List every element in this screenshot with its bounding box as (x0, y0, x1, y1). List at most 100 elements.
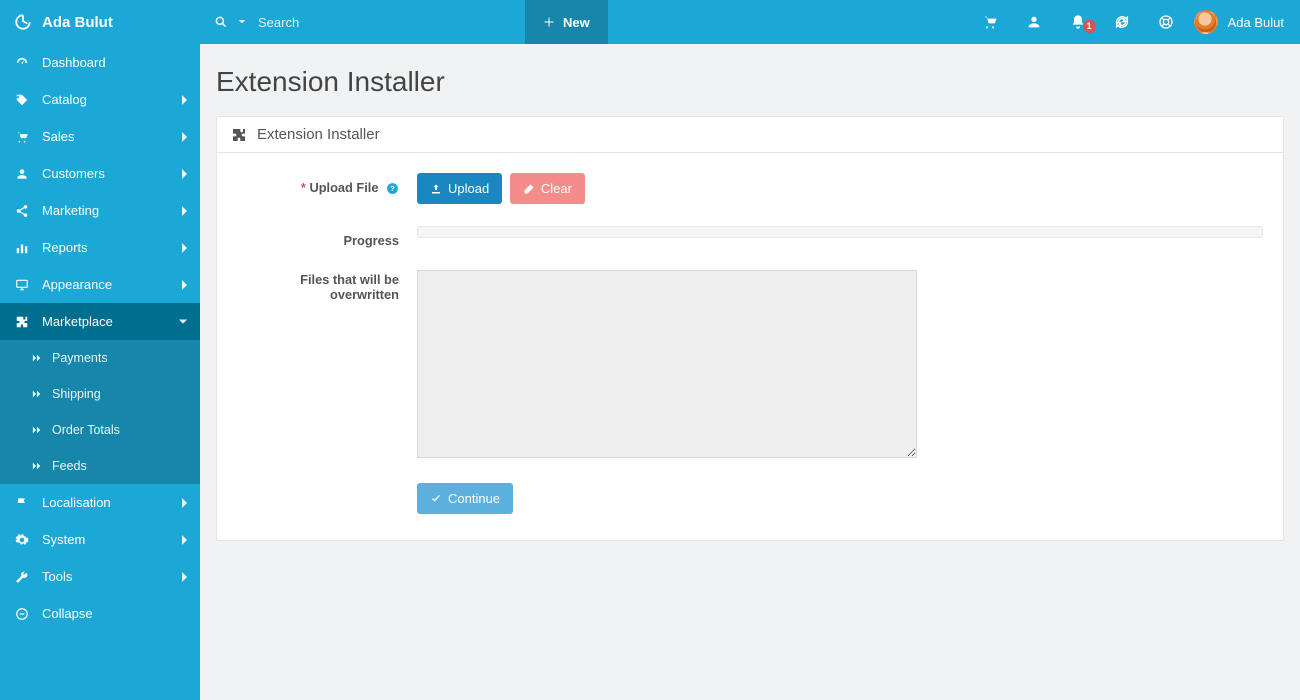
user-icon (1026, 14, 1042, 30)
progress-label: Progress (237, 226, 417, 248)
sidebar-item-collapse[interactable]: Collapse (0, 595, 200, 632)
refresh-icon (1114, 14, 1130, 30)
puzzle-icon (14, 315, 30, 329)
panel-extension-installer: Extension Installer * Upload File ? Uplo… (216, 116, 1284, 541)
topbar: New 1 Ada Bulut (200, 0, 1300, 44)
help-button[interactable] (1144, 14, 1188, 30)
sidebar-item-tools[interactable]: Tools (0, 558, 200, 595)
sidebar-item-label: Marketplace (42, 314, 113, 329)
chevron-right-icon (180, 242, 188, 254)
share-icon (14, 204, 30, 218)
clear-button[interactable]: Clear (510, 173, 585, 204)
sidebar-subitem-order-totals[interactable]: Order Totals (0, 412, 200, 448)
panel-heading: Extension Installer (217, 117, 1283, 153)
sidebar-item-label: System (42, 532, 85, 547)
sidebar-item-label: Localisation (42, 495, 111, 510)
sidebar-item-system[interactable]: System (0, 521, 200, 558)
svg-text:?: ? (390, 184, 395, 193)
puzzle-icon (231, 127, 247, 143)
sidebar-subitem-shipping[interactable]: Shipping (0, 376, 200, 412)
double-chevron-icon (32, 389, 42, 399)
search-input[interactable] (256, 14, 476, 31)
chevron-right-icon (180, 168, 188, 180)
required-marker: * (301, 180, 306, 195)
sidebar-item-label: Tools (42, 569, 72, 584)
sidebar-item-label: Collapse (42, 606, 93, 621)
cart-icon (14, 130, 30, 144)
plus-icon (543, 16, 555, 28)
user-menu[interactable]: Ada Bulut (1188, 0, 1300, 44)
upload-icon (430, 183, 442, 195)
tag-icon (14, 93, 30, 107)
sidebar-item-sales[interactable]: Sales (0, 118, 200, 155)
sidebar: Ada Bulut Dashboard Catalog Sales Custom… (0, 0, 200, 700)
search-scope-dropdown[interactable] (238, 18, 246, 26)
brand-name: Ada Bulut (42, 14, 113, 31)
sidebar-item-dashboard[interactable]: Dashboard (0, 44, 200, 81)
profile-button[interactable] (1012, 14, 1056, 30)
monitor-icon (14, 278, 30, 292)
wrench-icon (14, 570, 30, 584)
sidebar-subitem-label: Feeds (52, 459, 87, 473)
new-button-label: New (563, 15, 590, 30)
refresh-button[interactable] (1100, 14, 1144, 30)
sidebar-item-label: Customers (42, 166, 105, 181)
cart-button[interactable] (968, 14, 1012, 30)
overwrite-label: Files that will be overwritten (237, 270, 417, 302)
chevron-down-icon (178, 317, 188, 327)
user-icon (14, 167, 30, 181)
new-button[interactable]: New (525, 0, 608, 44)
sidebar-subitem-label: Payments (52, 351, 108, 365)
sidebar-item-label: Marketing (42, 203, 99, 218)
shopping-cart-icon (982, 14, 998, 30)
search-icon[interactable] (214, 15, 228, 29)
notification-badge: 1 (1083, 20, 1096, 33)
sidebar-item-customers[interactable]: Customers (0, 155, 200, 192)
search-area (200, 0, 525, 44)
upload-button[interactable]: Upload (417, 173, 502, 204)
chevron-right-icon (180, 534, 188, 546)
bar-chart-icon (14, 241, 30, 255)
sidebar-subitem-label: Order Totals (52, 423, 120, 437)
panel-title: Extension Installer (257, 126, 380, 143)
sidebar-item-reports[interactable]: Reports (0, 229, 200, 266)
help-icon[interactable]: ? (386, 182, 399, 195)
sidebar-item-localisation[interactable]: Localisation (0, 484, 200, 521)
sidebar-subitem-feeds[interactable]: Feeds (0, 448, 200, 484)
sidebar-item-label: Appearance (42, 277, 112, 292)
sidebar-item-label: Reports (42, 240, 88, 255)
sidebar-item-label: Dashboard (42, 55, 106, 70)
eraser-icon (523, 183, 535, 195)
progress-bar (417, 226, 1263, 238)
chevron-right-icon (180, 571, 188, 583)
double-chevron-icon (32, 353, 42, 363)
upload-file-label: * Upload File ? (237, 173, 417, 195)
upload-button-label: Upload (448, 181, 489, 196)
user-name: Ada Bulut (1228, 15, 1284, 30)
sidebar-item-appearance[interactable]: Appearance (0, 266, 200, 303)
collapse-icon (14, 607, 30, 621)
sidebar-item-catalog[interactable]: Catalog (0, 81, 200, 118)
chevron-right-icon (180, 131, 188, 143)
check-icon (430, 493, 442, 505)
overwrite-textarea[interactable] (417, 270, 917, 458)
sidebar-item-marketing[interactable]: Marketing (0, 192, 200, 229)
flag-icon (14, 496, 30, 510)
brand[interactable]: Ada Bulut (0, 0, 200, 44)
double-chevron-icon (32, 425, 42, 435)
page-title: Extension Installer (216, 66, 1284, 98)
sidebar-item-label: Catalog (42, 92, 87, 107)
chevron-right-icon (180, 205, 188, 217)
continue-button-label: Continue (448, 491, 500, 506)
chevron-right-icon (180, 279, 188, 291)
chevron-right-icon (180, 497, 188, 509)
chevron-right-icon (180, 94, 188, 106)
notifications-button[interactable]: 1 (1056, 14, 1100, 30)
sidebar-item-label: Sales (42, 129, 75, 144)
continue-button[interactable]: Continue (417, 483, 513, 514)
topbar-icons: 1 (968, 0, 1188, 44)
sidebar-subitem-payments[interactable]: Payments (0, 340, 200, 376)
brand-logo-icon (14, 13, 32, 31)
sidebar-item-marketplace[interactable]: Marketplace (0, 303, 200, 340)
double-chevron-icon (32, 461, 42, 471)
